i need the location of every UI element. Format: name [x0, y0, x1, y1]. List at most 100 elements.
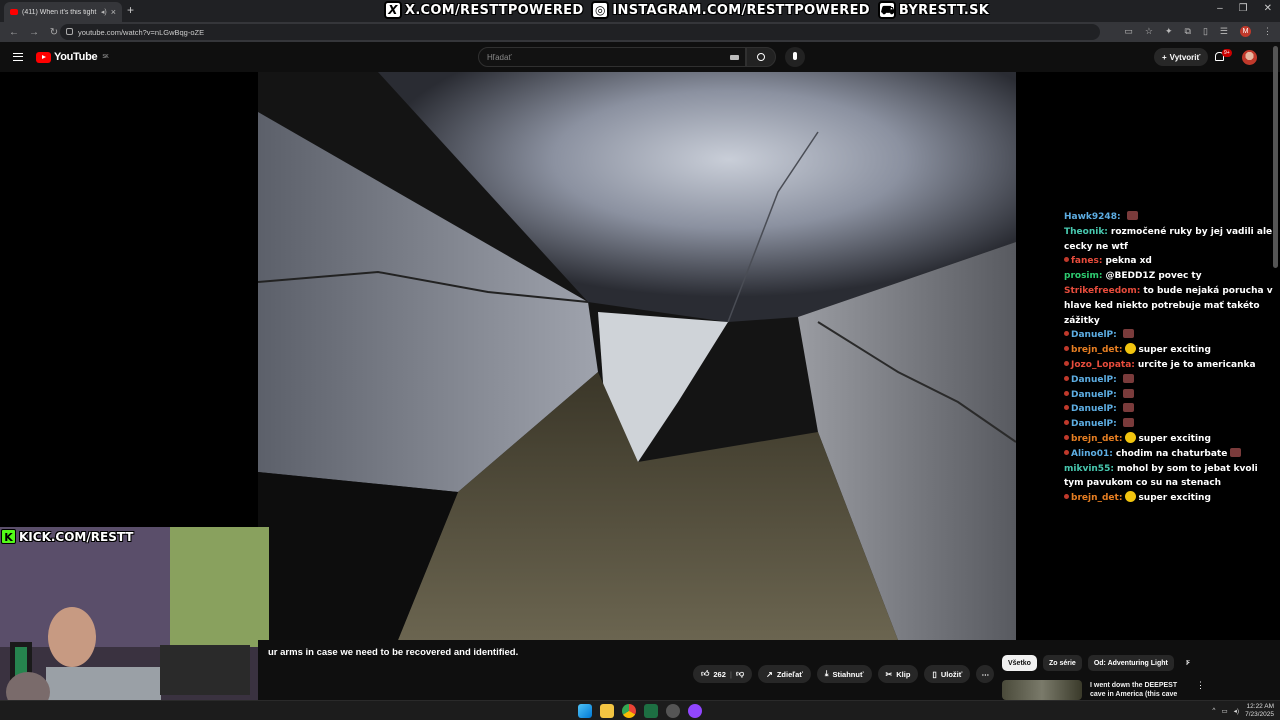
chat-message: prosim: @BEDD1Z povec ty — [1064, 269, 1278, 284]
emote-icon — [1126, 211, 1138, 220]
chat-username[interactable]: DanuelP: — [1071, 419, 1117, 429]
thumbs-up-icon: 👍︎ — [701, 669, 710, 678]
profile-avatar-icon[interactable]: M — [1240, 26, 1251, 37]
taskbar-apps — [578, 704, 702, 718]
youtube-logo[interactable]: YouTube SK — [36, 51, 109, 63]
cave-video-frame — [258, 72, 1016, 640]
windows-start-icon[interactable] — [578, 704, 592, 718]
new-tab-icon[interactable]: + — [127, 3, 134, 17]
reload-icon[interactable]: ↻ — [48, 27, 60, 38]
chat-username[interactable]: Strikefreedom: — [1064, 286, 1140, 296]
chat-text: pekna xd — [1105, 256, 1152, 267]
share-icon: ↗ — [766, 669, 773, 679]
chat-username[interactable]: Theonik: — [1064, 227, 1108, 237]
sidebar-icon[interactable]: ▯ — [1203, 26, 1208, 37]
emote-icon — [1122, 329, 1134, 339]
extension-icon[interactable]: ✦ — [1165, 26, 1173, 37]
emote-icon — [1122, 373, 1134, 383]
clip-button[interactable]: ✂ Klip — [877, 665, 919, 683]
speaker-icon[interactable]: ◂) — [101, 8, 107, 16]
chevron-right-icon[interactable]: › — [1186, 657, 1189, 668]
like-button[interactable]: 👍︎ 262 | 👎︎ — [693, 665, 753, 683]
browser-tab[interactable]: (411) When it's this tight, w ◂) × — [4, 2, 122, 22]
chat-username[interactable]: Hawk9248: — [1064, 212, 1121, 222]
tray-chevron-icon[interactable]: ^ — [1212, 707, 1215, 714]
clock-time: 12:22 AM — [1246, 703, 1274, 710]
video-player[interactable] — [258, 72, 1016, 640]
instagram-logo-icon: ◎ — [591, 1, 610, 19]
chat-username[interactable]: fanes: — [1071, 256, 1102, 266]
chat-message: Jozo_Lopata: urcite je to americanka — [1064, 358, 1278, 373]
chat-message: Hawk9248: — [1064, 210, 1278, 225]
chat-username[interactable]: Jozo_Lopata: — [1071, 360, 1135, 370]
chat-username[interactable]: DanuelP: — [1071, 330, 1117, 340]
chat-username[interactable]: mikvin55: — [1064, 464, 1114, 474]
chat-username[interactable]: brejn_det: — [1071, 493, 1122, 503]
chat-message: DanuelP: — [1064, 373, 1278, 388]
smile-emote-icon — [1125, 491, 1137, 503]
smile-emote-icon — [1125, 343, 1137, 355]
webcam-frame — [0, 527, 269, 720]
forward-icon[interactable]: → — [28, 27, 40, 38]
search-placeholder: Hľadať — [487, 52, 512, 62]
chat-badge-icon — [1064, 449, 1069, 455]
chip-channel[interactable]: Od: Adventuring Light — [1087, 655, 1174, 671]
chat-username[interactable]: Alino01: — [1071, 449, 1113, 459]
chat-badge-icon — [1064, 390, 1069, 396]
chat-username[interactable]: DanuelP: — [1071, 375, 1117, 385]
twitch-icon[interactable] — [688, 704, 702, 718]
network-icon[interactable]: ▭ — [1221, 707, 1227, 715]
chat-username[interactable]: brejn_det: — [1071, 434, 1122, 444]
back-icon[interactable]: ← — [8, 27, 20, 38]
keyboard-icon[interactable] — [730, 55, 739, 60]
thumbs-down-icon[interactable]: 👎︎ — [736, 669, 744, 679]
chat-message: DanuelP: — [1064, 328, 1278, 343]
menu-kebab-icon[interactable]: ⋮ — [1263, 26, 1272, 37]
chat-message: Theonik: rozmočené ruky by jej vadili ale… — [1064, 225, 1278, 255]
url-bar[interactable]: youtube.com/watch?v=nLGwBqg-oZE — [60, 24, 1100, 40]
more-actions-button[interactable]: ⋯ — [976, 665, 995, 683]
chat-username[interactable]: brejn_det: — [1071, 345, 1122, 355]
chat-username[interactable]: DanuelP: — [1071, 404, 1117, 414]
file-explorer-icon[interactable] — [600, 704, 614, 718]
chip-all[interactable]: Všetko — [1002, 655, 1037, 671]
puzzle-icon[interactable]: ⧉ — [1185, 26, 1191, 37]
share-button[interactable]: ↗ Zdieľať — [758, 665, 811, 683]
chrome-icon[interactable] — [622, 704, 636, 718]
bookmark-star-icon[interactable]: ☆ — [1145, 26, 1153, 37]
recommended-more-icon[interactable]: ⋮ — [1196, 680, 1205, 691]
chat-badge-icon — [1064, 494, 1069, 500]
app-icon[interactable] — [666, 704, 680, 718]
cast-icon[interactable]: ▭ — [1124, 26, 1133, 37]
chat-badge-icon — [1064, 257, 1069, 263]
download-button[interactable]: ⤓ Stiahnuť — [816, 665, 872, 683]
account-avatar[interactable] — [1242, 50, 1257, 65]
volume-icon[interactable]: ◂) — [1234, 707, 1239, 715]
search-input[interactable]: Hľadať — [478, 47, 746, 67]
minimize-button[interactable]: – — [1217, 3, 1223, 14]
recommended-video-thumbnail[interactable] — [1002, 680, 1082, 700]
close-tab-icon[interactable]: × — [111, 7, 116, 17]
excel-icon[interactable] — [644, 704, 658, 718]
chat-username[interactable]: DanuelP: — [1071, 390, 1117, 400]
hamburger-menu-icon[interactable] — [13, 53, 23, 61]
instagram-social: ◎ INSTAGRAM.COM/RESTTPOWERED — [591, 1, 870, 19]
voice-search-button[interactable] — [785, 47, 805, 67]
chat-text: chodim na chaturbate — [1115, 448, 1228, 459]
chat-message: brejn_det: super exciting — [1064, 491, 1278, 506]
recommended-video-title[interactable]: I went down the DEEPEST cave in America … — [1090, 681, 1190, 700]
download-icon: ⤓ — [824, 669, 829, 678]
create-button[interactable]: + Vytvoriť — [1154, 48, 1209, 66]
taskbar-clock[interactable]: 12:22 AM 7/23/2025 — [1245, 703, 1274, 718]
chat-username[interactable]: prosim: — [1064, 271, 1102, 281]
page-scrollbar[interactable] — [1273, 46, 1278, 268]
save-button[interactable]: ▯ Uložiť — [924, 665, 971, 683]
tabs-icon[interactable]: ☰ — [1220, 26, 1228, 37]
youtube-favicon-icon — [10, 9, 18, 15]
close-window-button[interactable]: ✕ — [1264, 3, 1272, 14]
site-info-icon[interactable] — [66, 28, 73, 35]
maximize-button[interactable]: ❐ — [1239, 3, 1248, 14]
search-button[interactable] — [746, 47, 776, 67]
smile-emote-icon — [1125, 431, 1137, 443]
chip-series[interactable]: Zo série — [1042, 655, 1082, 671]
